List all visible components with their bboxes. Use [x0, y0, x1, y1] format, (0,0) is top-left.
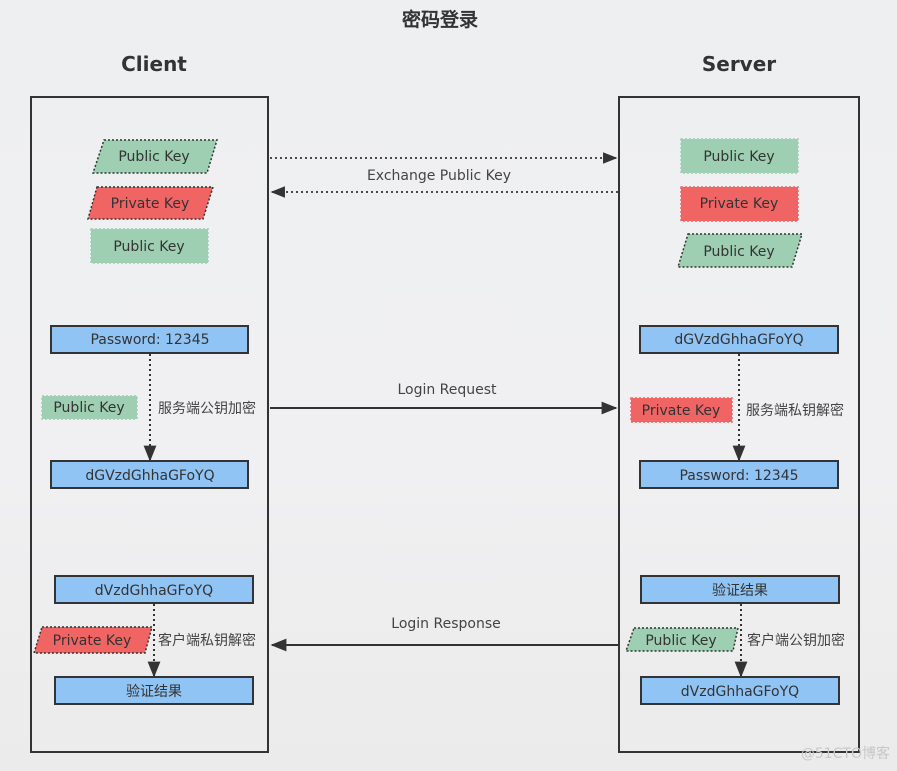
client-result-text: 验证结果 [126, 684, 182, 700]
client-key-label: Private Key [111, 196, 190, 212]
diagram-title: 密码登录 [402, 8, 478, 31]
server-public-key-parallelogram: Public Key [676, 233, 804, 268]
server-decrypt-key-label: Private Key [642, 403, 721, 419]
exchange-label: Exchange Public Key [367, 168, 511, 184]
server-lane-title: Server [702, 52, 776, 76]
server-result-text: 验证结果 [712, 583, 768, 599]
rsa-login-diagram: 密码登录 Client Server Public Key Private Ke… [30, 8, 890, 762]
server-key-label: Private Key [700, 196, 779, 212]
server-password-text: Password: 12345 [679, 468, 798, 484]
client-received-public-key: Public Key [90, 228, 209, 264]
server-response-cipher-text: dVzdGhhaGFoYQ [681, 684, 799, 700]
client-password-text: Password: 12345 [90, 332, 209, 348]
server-private-key: Private Key [680, 186, 799, 222]
server-received-public-key: Public Key [680, 138, 799, 174]
client-result-box: 验证结果 [54, 676, 254, 705]
client-encrypt-key-label: Public Key [53, 400, 124, 416]
client-decrypt-note: 客户端私钥解密 [158, 632, 256, 649]
client-ciphertext-text: dGVzdGhhaGFoYQ [85, 468, 214, 484]
client-key-label: Public Key [118, 149, 189, 165]
client-encrypt-key: Public Key [41, 395, 138, 420]
server-encrypt-key-label: Public Key [645, 633, 716, 649]
server-password-box: Password: 12345 [639, 460, 839, 489]
server-result-box: 验证结果 [640, 575, 840, 604]
client-key-label: Public Key [113, 239, 184, 255]
client-private-key-parallelogram: Private Key [87, 186, 215, 220]
server-key-label: Public Key [703, 244, 774, 260]
login-response-label: Login Response [391, 616, 500, 632]
server-key-label: Public Key [703, 149, 774, 165]
client-public-key-parallelogram: Public Key [91, 139, 219, 174]
client-password-box: Password: 12345 [50, 325, 249, 354]
client-encrypt-note: 服务端公钥加密 [158, 400, 256, 417]
watermark: @51CTO博客 [801, 745, 890, 762]
client-lane-title: Client [121, 52, 187, 76]
client-decrypt-key: Private Key [32, 626, 153, 654]
server-response-cipher-box: dVzdGhhaGFoYQ [640, 676, 840, 705]
login-request-label: Login Request [397, 382, 497, 398]
server-decrypt-key: Private Key [630, 397, 733, 423]
client-ciphertext-box: dGVzdGhhaGFoYQ [50, 460, 249, 489]
client-decrypt-key-label: Private Key [53, 633, 132, 649]
server-encrypt-key: Public Key [624, 627, 739, 652]
server-ciphertext-box: dGVzdGhhaGFoYQ [639, 325, 839, 354]
client-response-cipher-text: dVzdGhhaGFoYQ [95, 583, 213, 599]
client-response-cipher-box: dVzdGhhaGFoYQ [54, 575, 254, 604]
server-ciphertext-text: dGVzdGhhaGFoYQ [674, 332, 803, 348]
server-decrypt-note: 服务端私钥解密 [746, 402, 844, 419]
server-encrypt-note: 客户端公钥加密 [747, 632, 845, 649]
